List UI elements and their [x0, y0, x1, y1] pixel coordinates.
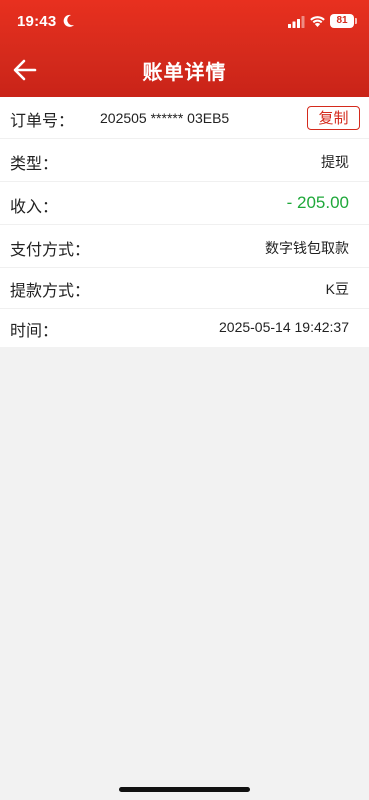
home-indicator[interactable] [119, 787, 250, 792]
withdraw-method-value: K豆 [325, 281, 349, 297]
income-amount: - 205.00 [286, 193, 349, 212]
time-row: 时间： 2025-05-14 19:42:37 [0, 307, 369, 349]
type-label: 类型： [10, 154, 59, 173]
income-label: 收入： [10, 197, 59, 216]
wifi-icon [310, 16, 325, 27]
time-value: 2025-05-14 19:42:37 [219, 319, 349, 335]
order-number-label: 订单号： [10, 111, 75, 130]
payment-method-row: 支付方式： 数字钱包取款 [0, 226, 369, 268]
copy-button[interactable]: 复制 [307, 106, 360, 130]
withdraw-method-label: 提款方式： [10, 281, 91, 300]
app-header: 19:43 81 账单详情 [0, 0, 369, 97]
payment-method-value: 数字钱包取款 [265, 240, 349, 256]
time-label: 时间： [10, 321, 59, 340]
type-row: 类型： 提现 [0, 140, 369, 182]
type-value: 提现 [321, 154, 349, 170]
page-title: 账单详情 [142, 60, 227, 84]
order-number-row: 订单号： 202505 ****** 03EB5 复制 [0, 97, 369, 139]
payment-method-label: 支付方式： [10, 240, 91, 259]
battery-indicator: 81 [330, 14, 354, 28]
income-row: 收入： - 205.00 [0, 183, 369, 225]
battery-tip [355, 18, 357, 24]
bill-detail-card: 订单号： 202505 ****** 03EB5 复制 类型： 提现 收入： -… [0, 97, 369, 347]
status-bar: 19:43 81 [0, 0, 369, 44]
moon-icon [63, 14, 74, 27]
cellular-signal-icon [288, 16, 305, 28]
order-number-value: 202505 ****** 03EB5 [100, 110, 230, 126]
status-time: 19:43 [17, 13, 57, 30]
withdraw-method-row: 提款方式： K豆 [0, 267, 369, 309]
